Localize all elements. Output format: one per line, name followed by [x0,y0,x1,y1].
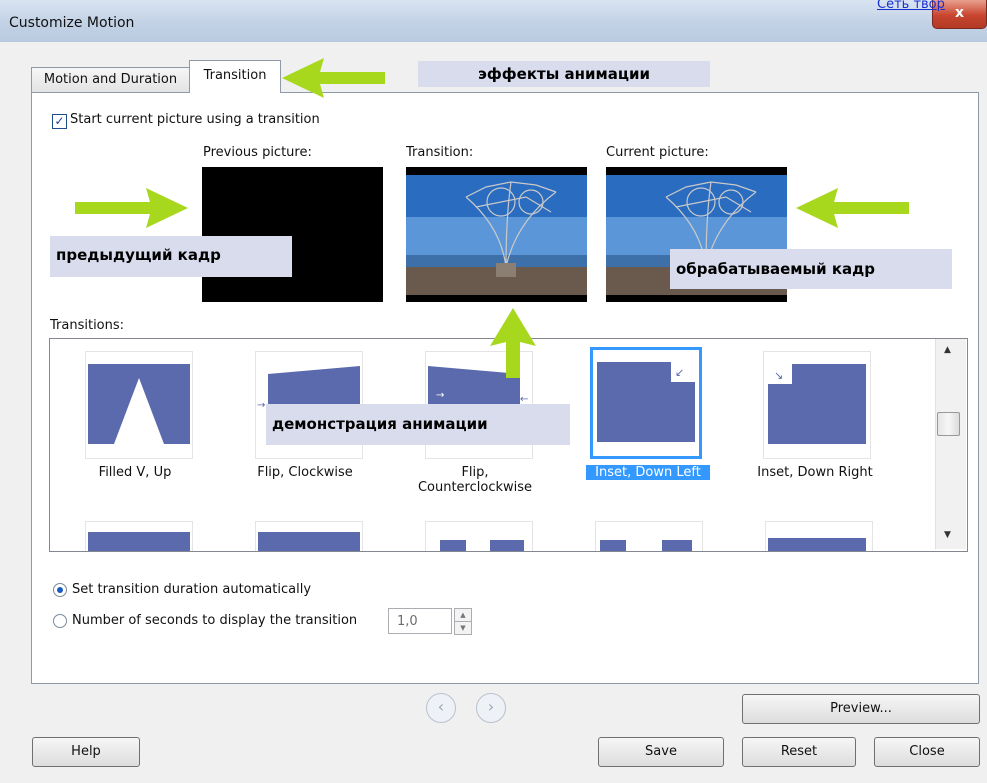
annotation-arrow-up-icon [490,308,536,378]
tab-motion-and-duration[interactable]: Motion and Duration [31,67,190,92]
manual-duration-label: Number of seconds to display the transit… [72,613,358,628]
annotation-effects: эффекты анимации [418,61,710,87]
annotation-arrow-right-icon [75,188,188,228]
top-link[interactable]: Сеть твор [877,0,945,12]
svg-text:→: → [257,400,265,411]
start-transition-label: Start current picture using a transition [70,112,320,127]
scroll-up-icon[interactable]: ▲ [944,345,951,355]
annotation-demo: демонстрация анимации [266,404,570,445]
help-button[interactable]: Help [32,737,140,767]
close-button[interactable]: Close [874,737,980,767]
scrollbar-thumb[interactable] [937,412,960,436]
svg-text:↙: ↙ [675,366,684,379]
transition-preview-image [406,167,587,302]
transition-label: Inset, Down Right [757,465,873,480]
scroll-down-icon[interactable]: ▼ [944,530,951,540]
transition-preview-label: Transition: [406,145,474,160]
previous-picture [202,167,383,302]
next-arrow-icon[interactable]: › [476,693,506,723]
transitions-label: Transitions: [50,318,125,333]
auto-duration-label: Set transition duration automatically [72,582,312,597]
save-button[interactable]: Save [598,737,724,767]
auto-duration-radio[interactable] [53,583,67,597]
transition-label: Flip, Clockwise [257,465,353,480]
svg-text:↘: ↘ [774,369,783,382]
inset-down-right-icon: ↘ [763,351,871,459]
preview-button[interactable]: Preview... [742,694,980,724]
annotation-arrow-left-icon [796,188,909,228]
transition-thumb-row2[interactable] [765,521,873,551]
previous-arrow-icon[interactable]: ‹ [426,693,456,723]
start-transition-checkbox[interactable]: ✓ [52,114,67,129]
spin-up-icon[interactable]: ▲ [454,608,472,622]
window-title: Customize Motion [9,15,135,31]
manual-duration-radio[interactable] [53,614,67,628]
transition-thumb-row2[interactable] [85,521,193,551]
transition-label-selected: Inset, Down Left [586,465,710,480]
seconds-input[interactable]: 1,0 [388,608,452,634]
filled-v-up-icon: ↑ [85,351,193,459]
transition-thumb-row2[interactable] [255,521,363,551]
transition-label: Filled V, Up [98,465,172,480]
transition-thumb-row2[interactable] [425,521,533,551]
transition-thumb-row2[interactable] [595,521,703,551]
tab-transition[interactable]: Transition [189,60,281,93]
previous-picture-label: Previous picture: [203,145,312,160]
title-bar [0,0,987,43]
inset-down-left-icon: ↙ [590,347,702,459]
current-picture-label: Current picture: [606,145,709,160]
reset-button[interactable]: Reset [742,737,856,767]
svg-text:↑: ↑ [134,393,144,407]
transition-label: Flip, Counterclockwise [417,465,533,495]
annotation-previous-frame: предыдущий кадр [50,236,292,277]
transitions-scrollbar[interactable] [935,339,966,549]
spin-down-icon[interactable]: ▼ [454,621,472,635]
svg-text:→: → [436,390,444,401]
annotation-current-frame: обрабатываемый кадр [670,249,952,289]
annotation-arrow-left-icon [282,58,385,98]
